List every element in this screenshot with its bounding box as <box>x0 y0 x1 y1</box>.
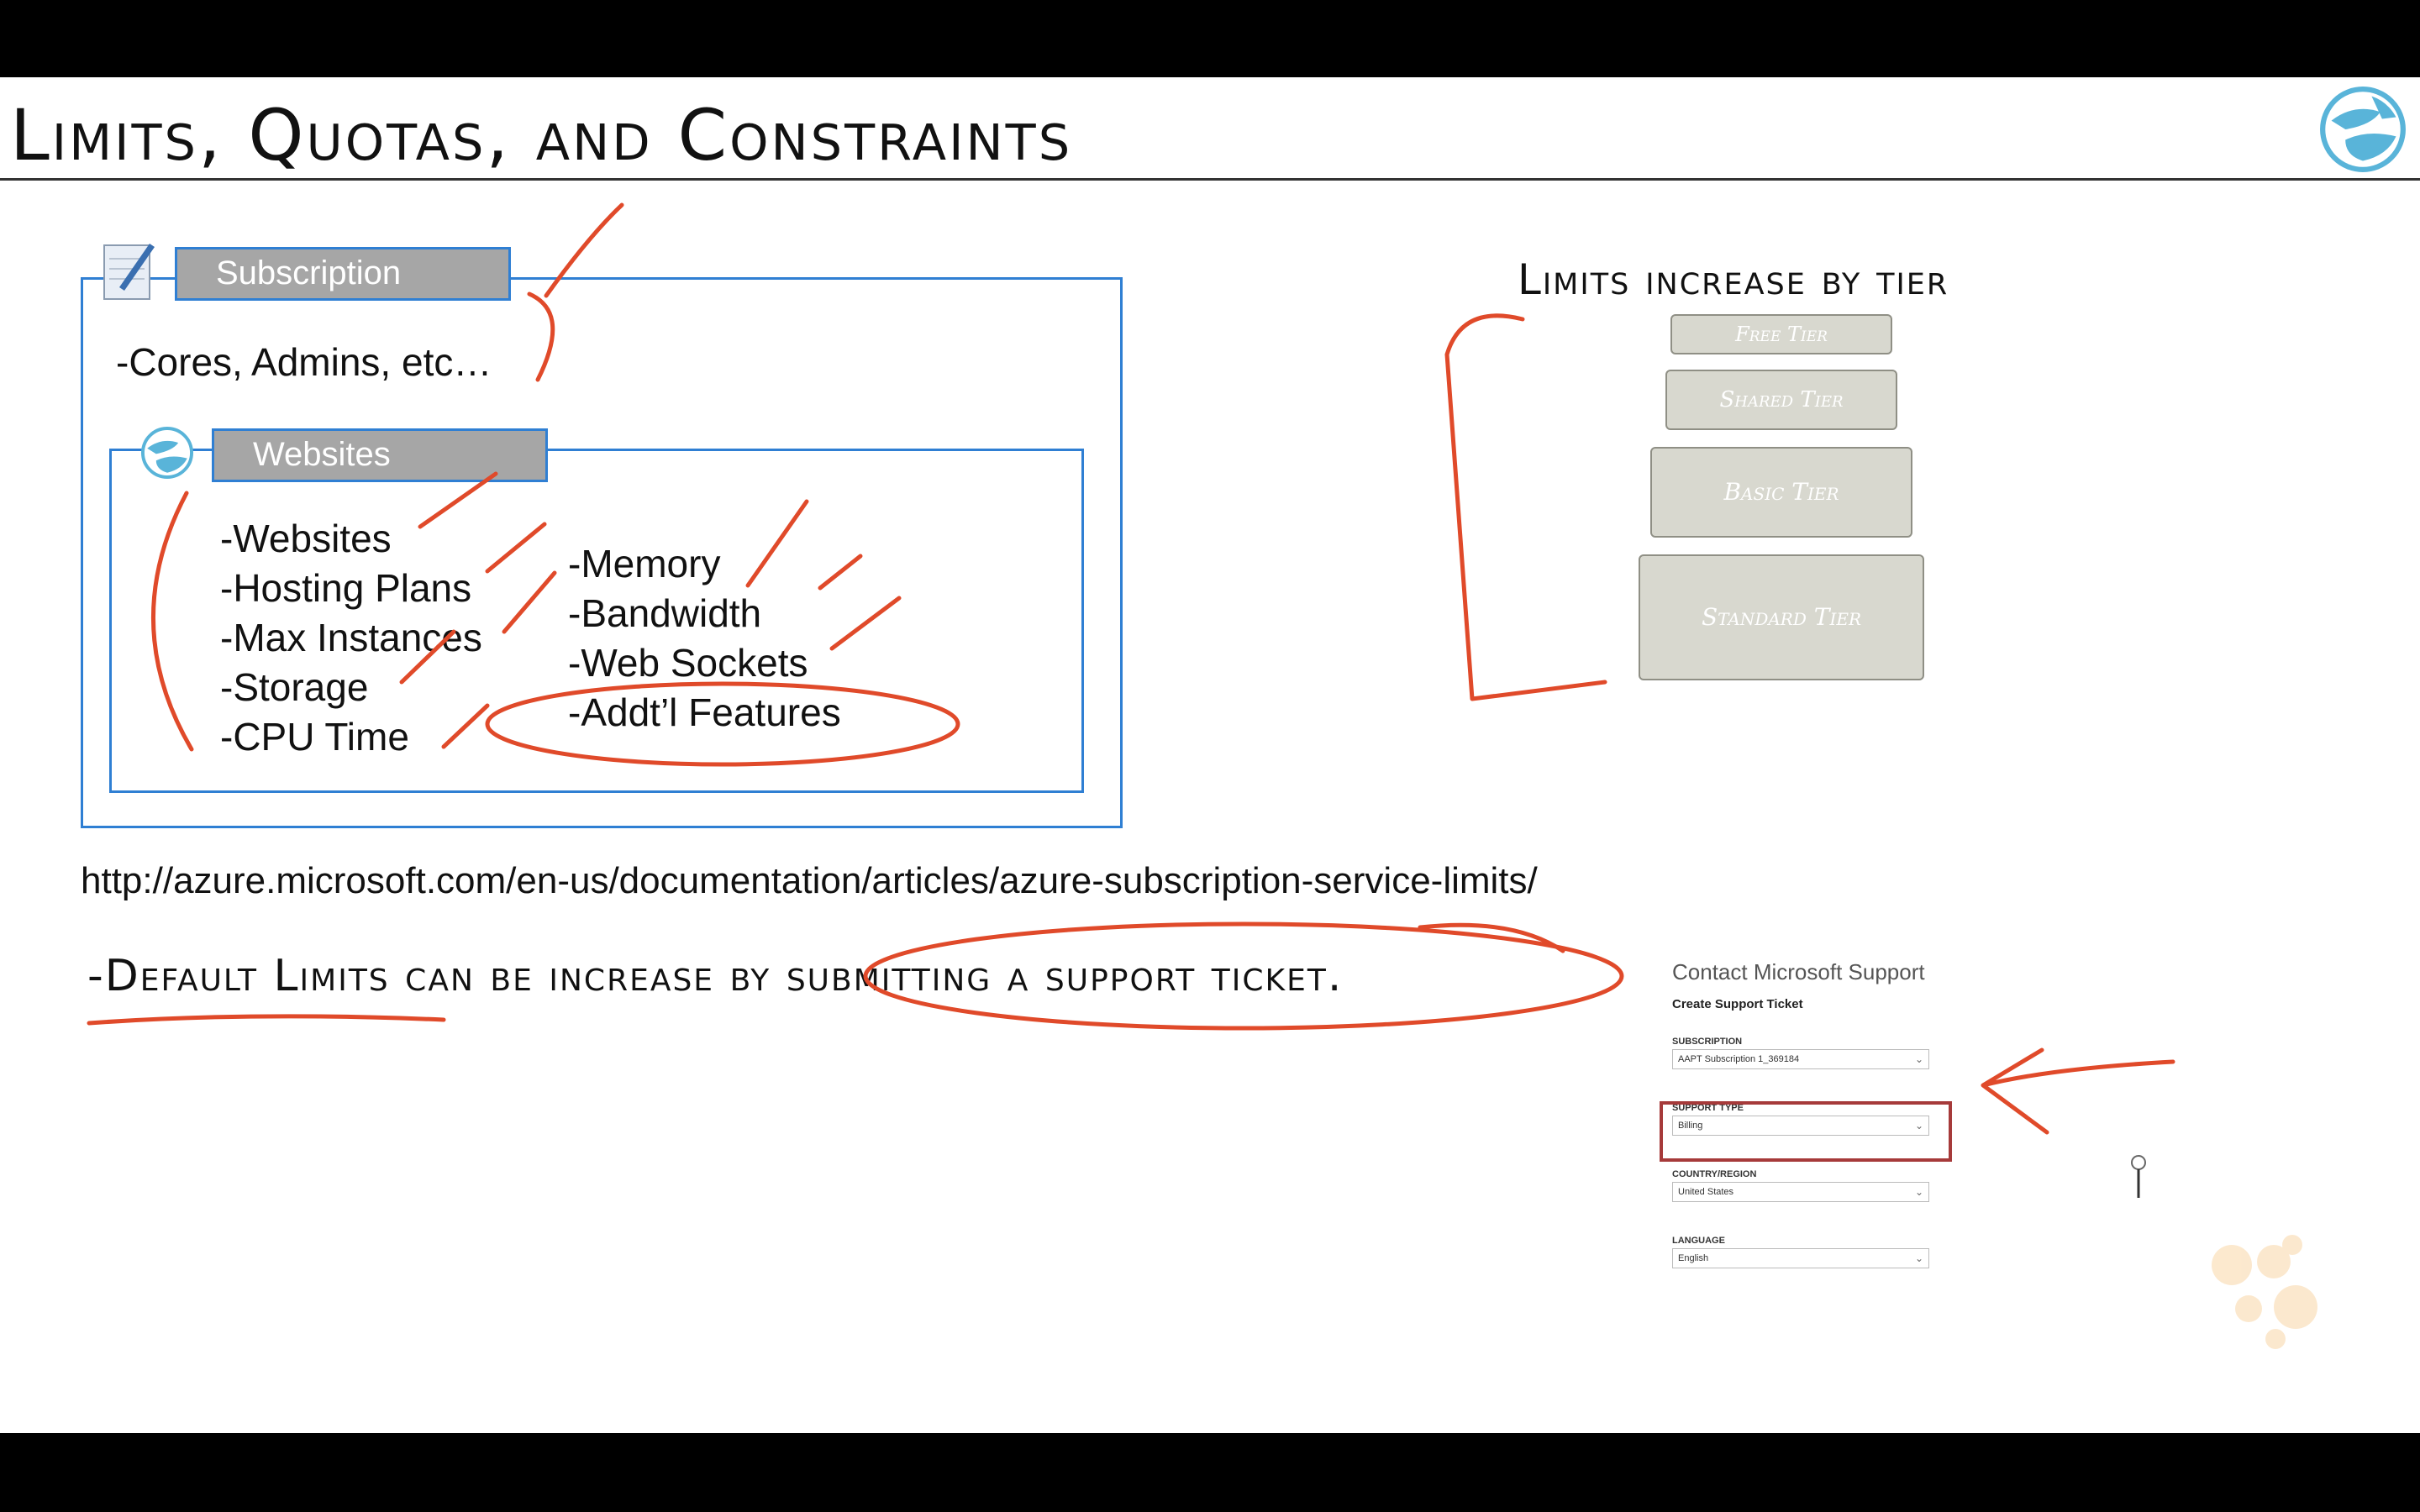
azure-websites-logo-icon <box>2320 87 2406 172</box>
language-field-label: LANGUAGE <box>1672 1236 1725 1246</box>
pointer-pin-icon <box>2131 1155 2146 1198</box>
tier-free: Free Tier <box>1670 314 1892 354</box>
tier-basic: Basic Tier <box>1650 447 1912 538</box>
websites-limits-right: -Memory -Bandwidth -Web Sockets -Addt’l … <box>568 539 841 738</box>
list-item: -CPU Time <box>220 715 409 759</box>
tier-shared: Shared Tier <box>1665 370 1897 430</box>
country-field-label: COUNTRY/REGION <box>1672 1169 1757 1179</box>
subscription-tab-label: Subscription <box>175 247 511 301</box>
tiers-heading: Limits increase by tier <box>1518 255 1949 304</box>
list-item: -Addt’l Features <box>568 690 841 734</box>
chevron-down-icon: ⌄ <box>1914 1053 1923 1065</box>
subscription-note: -Cores, Admins, etc… <box>116 340 492 384</box>
list-item: -Max Instances <box>220 616 482 659</box>
support-type-highlight <box>1660 1101 1952 1162</box>
country-select-value: United States <box>1678 1187 1734 1197</box>
list-item: -Hosting Plans <box>220 566 472 610</box>
slide: Limits, Quotas, and Constraints Subscrip… <box>0 77 2420 1433</box>
language-select[interactable]: English ⌄ <box>1672 1248 1929 1268</box>
chevron-down-icon: ⌄ <box>1914 1252 1923 1264</box>
title-divider <box>0 178 2420 181</box>
subscription-select-value: AAPT Subscription 1_369184 <box>1678 1054 1800 1064</box>
chevron-down-icon: ⌄ <box>1914 1186 1923 1198</box>
list-item: -Memory <box>568 542 721 585</box>
subscription-select[interactable]: AAPT Subscription 1_369184 ⌄ <box>1672 1049 1929 1069</box>
list-item: -Web Sockets <box>568 641 808 685</box>
subscription-field-label: SUBSCRIPTION <box>1672 1037 1743 1047</box>
slide-title: Limits, Quotas, and Constraints <box>10 94 1073 176</box>
websites-icon <box>140 426 194 480</box>
country-select[interactable]: United States ⌄ <box>1672 1182 1929 1202</box>
default-limits-note: -Default Limits can be increase by submi… <box>87 951 1344 1001</box>
documentation-url[interactable]: http://azure.microsoft.com/en-us/documen… <box>81 860 1538 902</box>
tier-standard: Standard Tier <box>1639 554 1924 680</box>
list-item: -Storage <box>220 665 369 709</box>
support-form-subtitle: Create Support Ticket <box>1672 997 1803 1011</box>
decorative-dots-icon <box>2212 1235 2317 1349</box>
language-select-value: English <box>1678 1253 1709 1263</box>
websites-limits-left: -Websites -Hosting Plans -Max Instances … <box>220 514 482 762</box>
list-item: -Websites <box>220 517 392 560</box>
support-form-title: Contact Microsoft Support <box>1672 959 1925 984</box>
notepad-icon <box>103 244 155 300</box>
list-item: -Bandwidth <box>568 591 762 635</box>
websites-tab-label: Websites <box>212 428 548 482</box>
